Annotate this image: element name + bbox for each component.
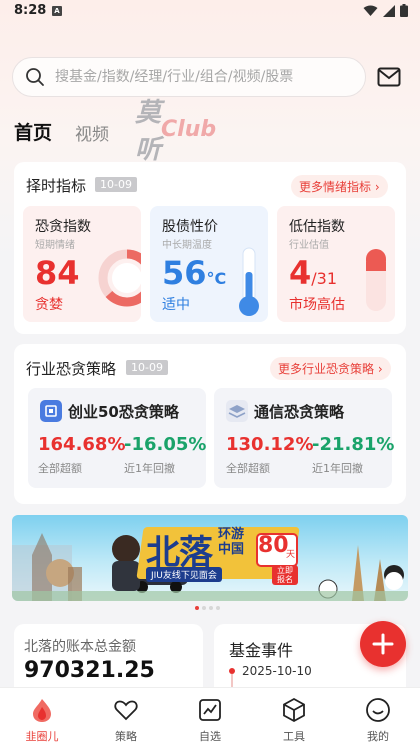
- metric-value-number: 56: [162, 254, 207, 292]
- gauge-icon: [98, 249, 141, 307]
- metric-value: 84: [35, 254, 80, 292]
- pager-dot: [202, 606, 206, 610]
- timing-indicator-card: 择时指标 10-09 更多情绪指标 › 恐贪指数 短期情绪 84 贪婪 股债性价…: [14, 162, 406, 334]
- search-bar[interactable]: [12, 57, 366, 97]
- nav-item-home[interactable]: 韭圈儿: [0, 688, 84, 746]
- strategy-title: 通信恐贪策略: [254, 403, 345, 421]
- tab-home[interactable]: 首页: [14, 118, 52, 145]
- bottom-nav: 韭圈儿 策略 自选 工具 我的: [0, 687, 420, 746]
- strategy-return: 164.68%: [38, 434, 126, 455]
- industry-title: 行业恐贪策略: [26, 360, 117, 378]
- event-date: 2025-10-10: [242, 664, 312, 678]
- status-bar: 8:28 A: [0, 0, 420, 24]
- banner-subtitle: JIU友线下见面会: [146, 567, 222, 582]
- strategy-drawdown-label: 近1年回撤: [312, 462, 363, 475]
- chip-icon: [40, 400, 62, 422]
- banner-pager: [195, 606, 220, 610]
- more-industry-button[interactable]: 更多行业恐贪策略 ›: [270, 357, 391, 380]
- nav-label: 工具: [283, 730, 305, 743]
- status-time: 8:28: [14, 3, 47, 18]
- strategy-title: 创业50恐贪策略: [68, 403, 179, 421]
- search-input[interactable]: [55, 58, 355, 96]
- nav-item-me[interactable]: 我的: [336, 688, 420, 746]
- banner-days: 80: [258, 533, 289, 558]
- account-title: 北落的账本总金额: [24, 639, 136, 655]
- notification-badge: A: [52, 6, 62, 16]
- status-icons: [363, 4, 408, 17]
- undervalue-metric[interactable]: 低估指数 行业估值 4/31 市场高估: [277, 206, 395, 322]
- banner-days-unit: 天: [286, 550, 296, 560]
- strategy-item-chuangye50[interactable]: 创业50恐贪策略 164.68% -16.05% 全部超额 近1年回撤: [28, 388, 206, 488]
- fear-greed-metric[interactable]: 恐贪指数 短期情绪 84 贪婪: [23, 206, 141, 322]
- metric-subtitle: 短期情绪: [35, 240, 75, 251]
- strategy-drawdown-label: 近1年回撤: [124, 462, 175, 475]
- nav-label: 韭圈儿: [25, 730, 59, 743]
- strategy-return: 130.12%: [226, 434, 314, 455]
- metric-unit: /31: [311, 269, 338, 288]
- industry-strategy-card: 行业恐贪策略 10-09 更多行业恐贪策略 › 创业50恐贪策略 164.68%…: [14, 344, 406, 504]
- strategy-return-label: 全部超额: [38, 462, 82, 475]
- level-bar-icon: [366, 249, 386, 311]
- plus-icon: [372, 633, 394, 655]
- tab-club[interactable]: 莫听 Club: [135, 98, 217, 165]
- metric-title: 低估指数: [289, 219, 345, 235]
- promo-banner[interactable]: 北落 环游中国 80 天 JIU友线下见面会 立即报名: [12, 515, 408, 601]
- account-amount: 970321.25: [24, 658, 155, 683]
- fund-events-title: 基金事件: [229, 641, 294, 660]
- nav-label: 我的: [367, 730, 389, 743]
- search-icon: [26, 68, 44, 86]
- industry-date-badge: 10-09: [126, 360, 168, 375]
- stock-bond-metric[interactable]: 股债性价 中长期温度 56°C 适中: [150, 206, 268, 322]
- metric-subtitle: 中长期温度: [162, 240, 212, 251]
- pager-dot: [209, 606, 213, 610]
- metric-label: 市场高估: [289, 297, 345, 313]
- chart-icon: [199, 699, 221, 721]
- cube-icon: [283, 697, 305, 723]
- home-fire-icon: [33, 699, 51, 722]
- metric-label: 适中: [162, 297, 190, 313]
- nav-item-strategy[interactable]: 策略: [84, 688, 168, 746]
- club-logo-cn: 莫听: [135, 98, 161, 165]
- banner-side-title: 环游中国: [218, 527, 245, 557]
- thermometer-icon: [239, 247, 259, 316]
- battery-icon: [400, 4, 408, 17]
- tab-video[interactable]: 视频: [75, 120, 109, 145]
- more-sentiment-button[interactable]: 更多情绪指标 ›: [291, 175, 388, 198]
- smile-icon: [366, 698, 390, 722]
- timing-date-badge: 10-09: [95, 177, 137, 192]
- metric-unit: °C: [206, 269, 227, 288]
- strategy-return-label: 全部超额: [226, 462, 270, 475]
- more-industry-label: 更多行业恐贪策略: [278, 362, 375, 376]
- metric-subtitle: 行业估值: [289, 240, 329, 251]
- strategy-drawdown: -16.05%: [124, 434, 207, 455]
- metric-value: 56°C: [162, 254, 226, 292]
- nav-label: 策略: [115, 730, 137, 743]
- strategy-drawdown: -21.81%: [312, 434, 395, 455]
- nav-item-watchlist[interactable]: 自选: [168, 688, 252, 746]
- nav-item-tools[interactable]: 工具: [252, 688, 336, 746]
- nav-label: 自选: [199, 730, 221, 743]
- timing-title: 择时指标: [26, 177, 87, 195]
- heart-icon: [114, 700, 138, 721]
- add-button[interactable]: [360, 621, 406, 667]
- pager-dot: [195, 606, 199, 610]
- metric-title: 恐贪指数: [35, 219, 91, 235]
- metric-title: 股债性价: [162, 219, 218, 235]
- club-logo-en: Club: [161, 116, 217, 142]
- metric-value: 4/31: [289, 254, 337, 292]
- wifi-icon: [363, 5, 378, 16]
- strategy-item-telecom[interactable]: 通信恐贪策略 130.12% -21.81% 全部超额 近1年回撤: [214, 388, 395, 488]
- more-sentiment-label: 更多情绪指标: [299, 180, 372, 194]
- mail-icon[interactable]: [377, 66, 401, 88]
- pager-dot: [216, 606, 220, 610]
- banner-cta[interactable]: 立即报名: [272, 565, 298, 585]
- metric-value-number: 4: [289, 254, 312, 292]
- stack-icon: [226, 400, 248, 422]
- metric-label: 贪婪: [35, 297, 63, 313]
- signal-icon: [383, 4, 395, 17]
